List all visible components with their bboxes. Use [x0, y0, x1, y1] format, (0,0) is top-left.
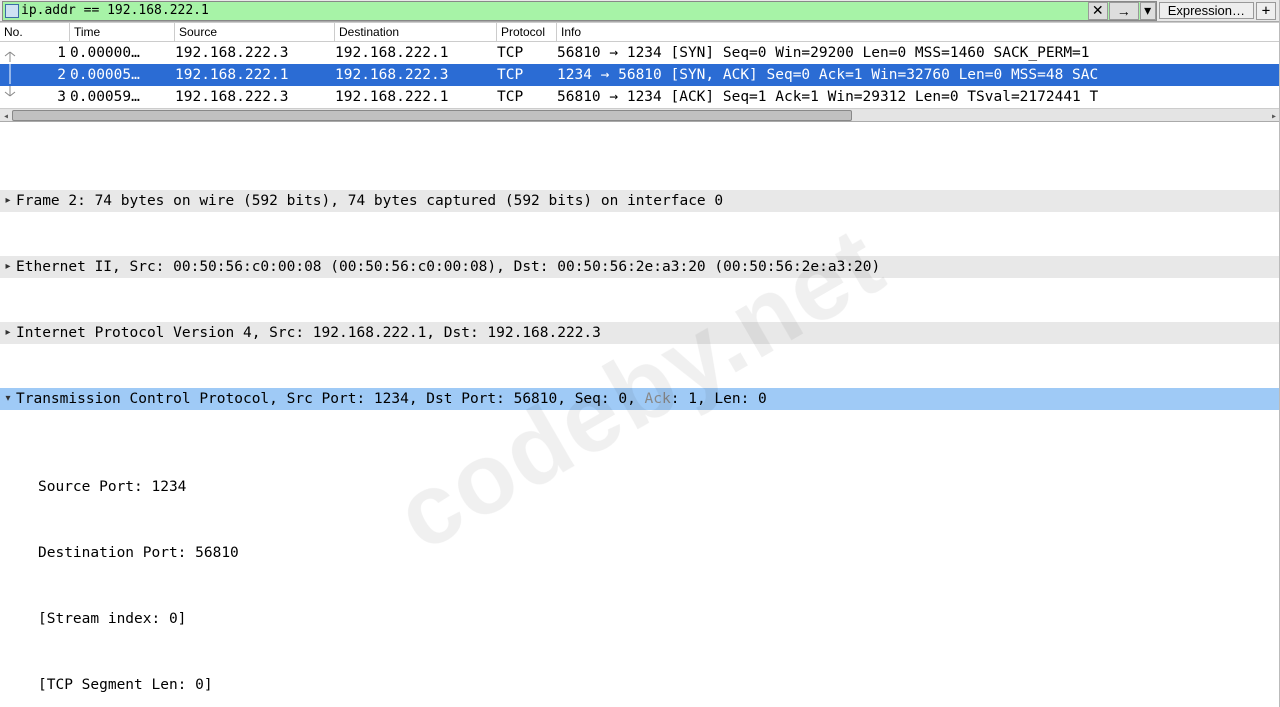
cell-info: 1234 → 56810 [SYN, ACK] Seq=0 Ack=1 Win=… — [557, 64, 1280, 86]
cell-dst: 192.168.222.1 — [335, 42, 497, 64]
col-header-src[interactable]: Source — [175, 23, 335, 42]
cell-src: 192.168.222.3 — [175, 86, 335, 108]
cell-proto: TCP — [497, 86, 557, 108]
flow-marker — [0, 64, 20, 86]
filter-bar: ✕ → ▾ Expression… + — [0, 0, 1280, 22]
col-header-time[interactable]: Time — [70, 23, 175, 42]
cell-info: 56810 → 1234 [SYN] Seq=0 Win=29200 Len=0… — [557, 42, 1280, 64]
collapse-icon[interactable]: ▾ — [0, 388, 16, 410]
cell-src: 192.168.222.3 — [175, 42, 335, 64]
flow-marker — [0, 86, 20, 108]
filter-input-wrap[interactable]: ✕ → ▾ — [2, 1, 1157, 21]
expand-icon[interactable]: ▸ — [0, 256, 16, 278]
expand-icon[interactable]: ▸ — [0, 322, 16, 344]
cell-time: 0.00059… — [70, 86, 175, 108]
cell-dst: 192.168.222.3 — [335, 64, 497, 86]
packet-row[interactable]: 10.00000…192.168.222.3192.168.222.1TCP56… — [0, 42, 1280, 64]
cell-time: 0.00005… — [70, 64, 175, 86]
cell-dst: 192.168.222.1 — [335, 86, 497, 108]
display-filter-input[interactable] — [21, 3, 1087, 18]
apply-filter-button[interactable]: → — [1109, 2, 1139, 20]
col-header-dst[interactable]: Destination — [335, 23, 497, 42]
tree-ip[interactable]: ▸Internet Protocol Version 4, Src: 192.1… — [0, 322, 1280, 344]
bookmark-icon[interactable] — [5, 4, 19, 18]
tree-stream[interactable]: [Stream index: 0] — [0, 608, 1280, 630]
h-scrollbar[interactable]: ◂ ▸ — [0, 108, 1280, 122]
tree-srcport[interactable]: Source Port: 1234 — [0, 476, 1280, 498]
cell-proto: TCP — [497, 42, 557, 64]
packet-row[interactable]: 30.00059…192.168.222.3192.168.222.1TCP56… — [0, 86, 1280, 108]
cell-time: 0.00000… — [70, 42, 175, 64]
scrollbar-thumb[interactable] — [12, 110, 852, 121]
tree-ethernet[interactable]: ▸Ethernet II, Src: 00:50:56:c0:00:08 (00… — [0, 256, 1280, 278]
cell-no: 3 — [20, 86, 70, 108]
cell-src: 192.168.222.1 — [175, 64, 335, 86]
clear-filter-button[interactable]: ✕ — [1088, 2, 1108, 20]
tree-frame[interactable]: ▸Frame 2: 74 bytes on wire (592 bits), 7… — [0, 190, 1280, 212]
packet-row[interactable]: 20.00005…192.168.222.1192.168.222.3TCP12… — [0, 64, 1280, 86]
col-header-proto[interactable]: Protocol — [497, 23, 557, 42]
col-header-no[interactable]: No. — [0, 23, 70, 42]
cell-no: 1 — [20, 42, 70, 64]
col-header-info[interactable]: Info — [557, 23, 1280, 42]
cell-proto: TCP — [497, 64, 557, 86]
packet-list: No. Time Source Destination Protocol Inf… — [0, 22, 1280, 108]
tree-seglen[interactable]: [TCP Segment Len: 0] — [0, 674, 1280, 696]
filter-history-dropdown[interactable]: ▾ — [1140, 2, 1156, 20]
packet-details: ▸Frame 2: 74 bytes on wire (592 bits), 7… — [0, 122, 1280, 707]
expression-button[interactable]: Expression… — [1159, 2, 1254, 19]
filter-controls: Expression… + — [1159, 2, 1280, 20]
arrow-right-icon: → — [1117, 3, 1131, 19]
flow-marker — [0, 42, 20, 64]
tree-tcp[interactable]: ▾Transmission Control Protocol, Src Port… — [0, 388, 1280, 410]
cell-no: 2 — [20, 64, 70, 86]
scroll-left-icon[interactable]: ◂ — [0, 109, 12, 123]
expand-icon[interactable]: ▸ — [0, 190, 16, 212]
add-filter-button[interactable]: + — [1256, 2, 1276, 20]
cell-info: 56810 → 1234 [ACK] Seq=1 Ack=1 Win=29312… — [557, 86, 1280, 108]
packet-list-header: No. Time Source Destination Protocol Inf… — [0, 23, 1280, 42]
tree-dstport[interactable]: Destination Port: 56810 — [0, 542, 1280, 564]
